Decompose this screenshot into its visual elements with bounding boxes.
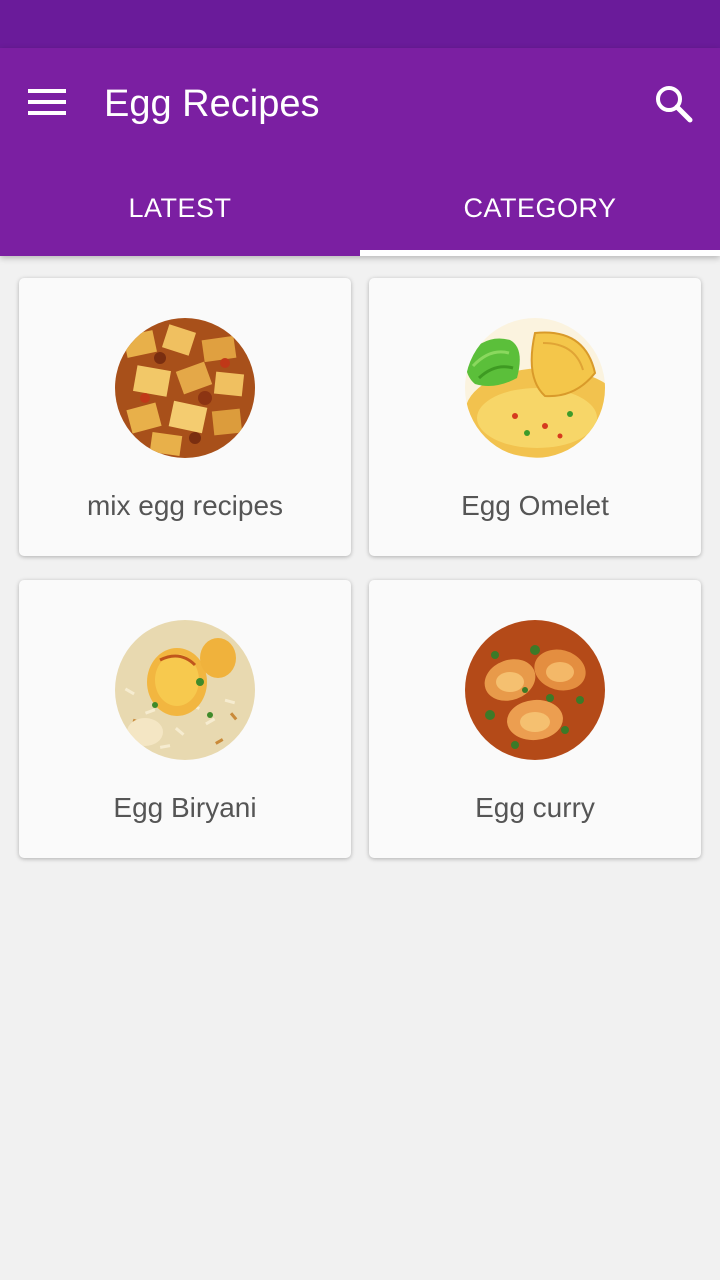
category-label: mix egg recipes: [86, 490, 284, 521]
app-bar: Egg Recipes LATEST CATEGORY: [0, 48, 720, 256]
category-grid: mix egg recipes Egg Omelet Egg Biryani E…: [0, 256, 720, 858]
category-label: Egg Omelet: [461, 490, 609, 521]
mixed-egg-dish-image: [115, 318, 255, 458]
category-label: Egg Biryani: [113, 792, 257, 823]
category-card-mix-egg-recipes[interactable]: mix egg recipes: [19, 278, 351, 556]
egg-biryani-image: [115, 620, 255, 760]
tab-category[interactable]: CATEGORY: [360, 160, 720, 256]
tab-latest[interactable]: LATEST: [0, 160, 360, 256]
category-label: Egg curry: [475, 792, 595, 823]
category-card-egg-curry[interactable]: Egg curry: [369, 580, 701, 858]
tab-latest-label: LATEST: [128, 192, 232, 223]
tab-selected-indicator: [360, 250, 720, 256]
category-card-egg-biryani[interactable]: Egg Biryani: [19, 580, 351, 858]
omelet-with-lettuce-image: [465, 318, 605, 458]
status-bar: [0, 0, 720, 48]
toolbar: Egg Recipes: [0, 48, 720, 160]
category-card-egg-omelet[interactable]: Egg Omelet: [369, 278, 701, 556]
search-icon[interactable]: [654, 84, 694, 124]
egg-curry-image: [465, 620, 605, 760]
tab-category-label: CATEGORY: [463, 192, 617, 223]
hamburger-menu-icon[interactable]: [28, 88, 68, 118]
app-title: Egg Recipes: [104, 83, 320, 125]
tab-bar: LATEST CATEGORY: [0, 160, 720, 256]
